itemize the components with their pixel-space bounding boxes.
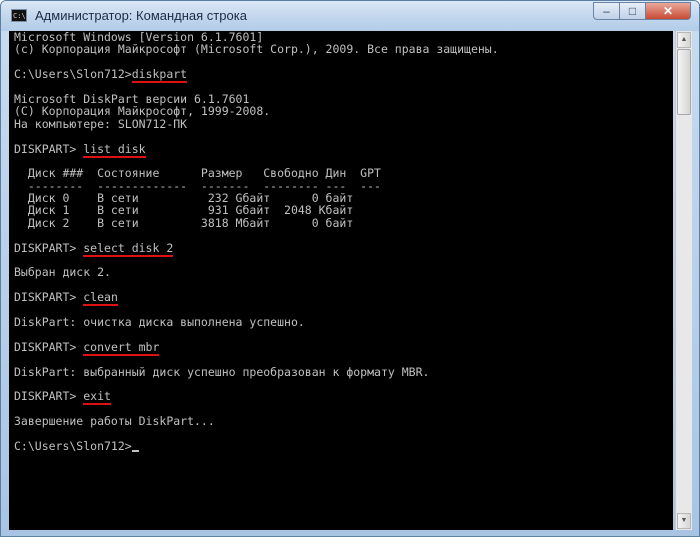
console-line: DISKPART> exit xyxy=(14,389,499,406)
window-controls: – □ ✕ xyxy=(593,2,691,20)
console-line-text: (c) Корпорация Майкрософт (Microsoft Cor… xyxy=(14,42,499,57)
console-line-text: На компьютере: SLON712-ПК xyxy=(14,116,188,131)
entered-command: list disk xyxy=(83,141,146,158)
console-line-text: DISKPART> xyxy=(14,389,84,404)
console-line: На компьютере: SLON712-ПК xyxy=(14,118,499,130)
command-prompt-icon[interactable]: C:\ xyxy=(11,9,27,22)
console-window: C:\ Администратор: Командная строка – □ … xyxy=(0,0,700,537)
console-line-text: C:\Users\Slon712> xyxy=(14,67,132,82)
entered-command: exit xyxy=(83,389,111,406)
console-line: C:\Users\Slon712> xyxy=(14,440,499,452)
entered-command: diskpart xyxy=(131,67,188,84)
console-line: DISKPART> list disk xyxy=(14,141,499,158)
console-line: Завершение работы DiskPart... xyxy=(14,415,499,427)
console-line: Выбран диск 2. xyxy=(14,266,499,278)
vertical-scrollbar[interactable]: ▲ ▼ xyxy=(675,31,692,530)
console-line: DISKPART> convert mbr xyxy=(14,339,499,356)
console-line-text: C:\Users\Slon712> xyxy=(14,438,132,453)
title-bar[interactable]: C:\ Администратор: Командная строка – □ … xyxy=(1,1,699,31)
console-line: DiskPart: очистка диска выполнена успешн… xyxy=(14,316,499,328)
console-line-text: DISKPART> xyxy=(14,339,84,354)
console-line-text: Завершение работы DiskPart... xyxy=(14,414,215,429)
console-line-text: DISKPART> xyxy=(14,290,84,305)
console-line-text: DiskPart: выбранный диск успешно преобра… xyxy=(14,364,430,379)
console-line: DiskPart: выбранный диск успешно преобра… xyxy=(14,364,499,379)
scrollbar-thumb[interactable] xyxy=(677,49,691,115)
console-lines: Microsoft Windows [Version 6.1.7601] (c) … xyxy=(14,31,499,452)
console-line: DISKPART> clean xyxy=(14,290,499,307)
minimize-button[interactable]: – xyxy=(593,2,620,20)
console-line-text: DISKPART> xyxy=(14,141,84,156)
entered-command: select disk 2 xyxy=(83,240,174,257)
console-line: DISKPART> select disk 2 xyxy=(14,240,499,257)
text-cursor xyxy=(131,449,139,452)
console-line: Диск 2 В сети 3818 Mбайт 0 байт xyxy=(14,217,499,229)
console-line-text: Выбран диск 2. xyxy=(14,265,111,280)
console-line: (c) Корпорация Майкрософт (Microsoft Cor… xyxy=(14,43,499,55)
console-line: C:\Users\Slon712>diskpart xyxy=(14,67,499,84)
scroll-down-arrow-icon[interactable]: ▼ xyxy=(677,513,691,529)
scroll-up-arrow-icon[interactable]: ▲ xyxy=(677,32,691,48)
maximize-button[interactable]: □ xyxy=(619,2,646,20)
close-button[interactable]: ✕ xyxy=(645,2,691,20)
window-title: Администратор: Командная строка xyxy=(35,8,247,23)
console-line-text: Диск 2 В сети 3818 Mбайт 0 байт xyxy=(14,215,354,230)
entered-command: clean xyxy=(83,290,118,307)
console-line-text: DISKPART> xyxy=(14,240,84,255)
entered-command: convert mbr xyxy=(83,339,160,356)
console-line-text: DiskPart: очистка диска выполнена успешн… xyxy=(14,314,305,329)
console-output[interactable]: Microsoft Windows [Version 6.1.7601] (c) … xyxy=(9,31,673,530)
